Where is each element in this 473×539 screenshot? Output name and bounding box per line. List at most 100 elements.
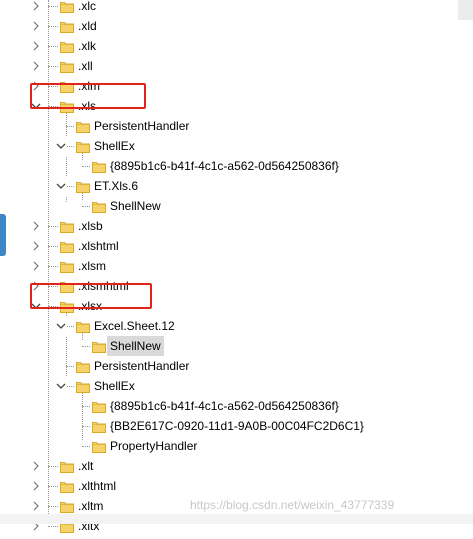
tree-item[interactable]: .xlc	[0, 0, 458, 16]
tree-item[interactable]: ShellNew	[0, 196, 458, 216]
tree-item[interactable]: .xld	[0, 16, 458, 36]
tree-item[interactable]: .xlk	[0, 36, 458, 56]
tree-connector	[66, 386, 74, 387]
chevron-right-icon[interactable]	[30, 496, 42, 516]
folder-icon	[60, 39, 74, 53]
tree-item-label: {8895b1c6-b41f-4c1c-a562-0d564250836f}	[110, 399, 339, 413]
tree-item[interactable]: .xlsm	[0, 256, 458, 276]
tree-item-label: PropertyHandler	[110, 439, 198, 453]
tree-connector	[48, 26, 58, 27]
tree-item-label: .xltm	[78, 499, 104, 513]
folder-icon	[76, 179, 90, 193]
chevron-down-icon[interactable]	[55, 376, 67, 396]
tree-connector	[48, 226, 58, 227]
chevron-right-icon[interactable]	[30, 56, 42, 76]
tree-connector	[82, 426, 90, 427]
tree-connector	[48, 246, 58, 247]
tree-connector	[48, 46, 58, 47]
tree-item[interactable]: .xlshtml	[0, 236, 458, 256]
chevron-right-icon[interactable]	[30, 16, 42, 36]
folder-icon	[92, 439, 106, 453]
chevron-down-icon[interactable]	[55, 176, 67, 196]
tree-connector	[82, 446, 90, 447]
tree-item[interactable]: {8895b1c6-b41f-4c1c-a562-0d564250836f}	[0, 156, 458, 176]
tree-item-label: PersistentHandler	[94, 119, 190, 133]
tree-item-label: ET.Xls.6	[94, 179, 139, 193]
folder-icon	[76, 359, 90, 373]
tree-connector	[82, 166, 90, 167]
folder-icon	[92, 419, 106, 433]
tree-item[interactable]: ShellEx	[0, 136, 458, 156]
registry-key-tree: .xlc .xld .xlk .xll .xlm .xls PersistentHandle…	[0, 0, 473, 536]
tree-item-label: ShellEx	[94, 379, 135, 393]
folder-icon	[76, 379, 90, 393]
tree-item[interactable]: .xlsb	[0, 216, 458, 236]
tree-item[interactable]: PersistentHandler	[0, 116, 458, 136]
folder-icon	[60, 219, 74, 233]
tree-connector	[66, 126, 74, 127]
tree-connector	[82, 346, 90, 347]
chevron-right-icon[interactable]	[30, 0, 42, 16]
tree-connector	[82, 206, 90, 207]
folder-icon	[92, 339, 106, 353]
folder-icon	[60, 239, 74, 253]
tree-item-label: {8895b1c6-b41f-4c1c-a562-0d564250836f}	[110, 159, 339, 173]
tree-connector	[66, 186, 74, 187]
folder-icon	[60, 479, 74, 493]
chevron-right-icon[interactable]	[30, 456, 42, 476]
tree-item[interactable]: .xlt	[0, 456, 458, 476]
tree-item[interactable]: ShellEx	[0, 376, 458, 396]
tree-connector	[48, 506, 58, 507]
tree-item-label: .xlt	[78, 459, 94, 473]
tree-item-label: {BB2E617C-0920-11d1-9A0B-00C04FC2D6C1}	[110, 419, 364, 433]
chevron-right-icon[interactable]	[30, 256, 42, 276]
folder-icon	[92, 159, 106, 173]
tree-item-label: ShellNew	[107, 336, 164, 356]
tree-item[interactable]: {8895b1c6-b41f-4c1c-a562-0d564250836f}	[0, 396, 458, 416]
tree-connector	[66, 326, 74, 327]
tree-item[interactable]: PersistentHandler	[0, 356, 458, 376]
tree-item-label: .xlthtml	[78, 479, 117, 493]
tree-connector	[66, 366, 74, 367]
tree-connector	[48, 466, 58, 467]
tree-item[interactable]: .xlthtml	[0, 476, 458, 496]
tree-item-label: .xlk	[78, 39, 96, 53]
chevron-right-icon[interactable]	[30, 236, 42, 256]
folder-icon	[92, 399, 106, 413]
tree-connector	[48, 486, 58, 487]
chevron-right-icon[interactable]	[30, 476, 42, 496]
tree-item[interactable]: {BB2E617C-0920-11d1-9A0B-00C04FC2D6C1}	[0, 416, 458, 436]
tree-item[interactable]: Excel.Sheet.12	[0, 316, 458, 336]
folder-icon	[60, 59, 74, 73]
tree-item-label: .xlc	[78, 0, 96, 13]
tree-item-label: .xlsb	[78, 219, 103, 233]
folder-icon	[60, 19, 74, 33]
highlight-box-xlsx	[30, 283, 152, 309]
tree-item-label: .xld	[78, 19, 97, 33]
watermark-text: https://blog.csdn.net/weixin_43777339	[190, 498, 395, 512]
tree-item[interactable]: ShellNew	[0, 336, 458, 356]
folder-icon	[76, 319, 90, 333]
tree-connector	[48, 6, 58, 7]
highlight-box-xls	[30, 83, 146, 109]
tree-item[interactable]: .xll	[0, 56, 458, 76]
tree-item-label: .xll	[78, 59, 93, 73]
folder-icon	[60, 499, 74, 513]
tree-connector	[82, 406, 90, 407]
folder-icon	[60, 0, 74, 13]
tree-item-label: ShellNew	[110, 199, 161, 213]
chevron-right-icon[interactable]	[30, 36, 42, 56]
tree-item-label: .xlsm	[78, 259, 106, 273]
tree-item[interactable]: PropertyHandler	[0, 436, 458, 456]
bottom-strip	[0, 514, 473, 524]
tree-connector	[48, 266, 58, 267]
tree-item-label: PersistentHandler	[94, 359, 190, 373]
tree-connector	[48, 526, 58, 527]
folder-icon	[60, 459, 74, 473]
chevron-down-icon[interactable]	[55, 316, 67, 336]
tree-item[interactable]: ET.Xls.6	[0, 176, 458, 196]
chevron-right-icon[interactable]	[30, 216, 42, 236]
tree-connector	[66, 146, 74, 147]
tree-connector	[48, 66, 58, 67]
chevron-down-icon[interactable]	[55, 136, 67, 156]
